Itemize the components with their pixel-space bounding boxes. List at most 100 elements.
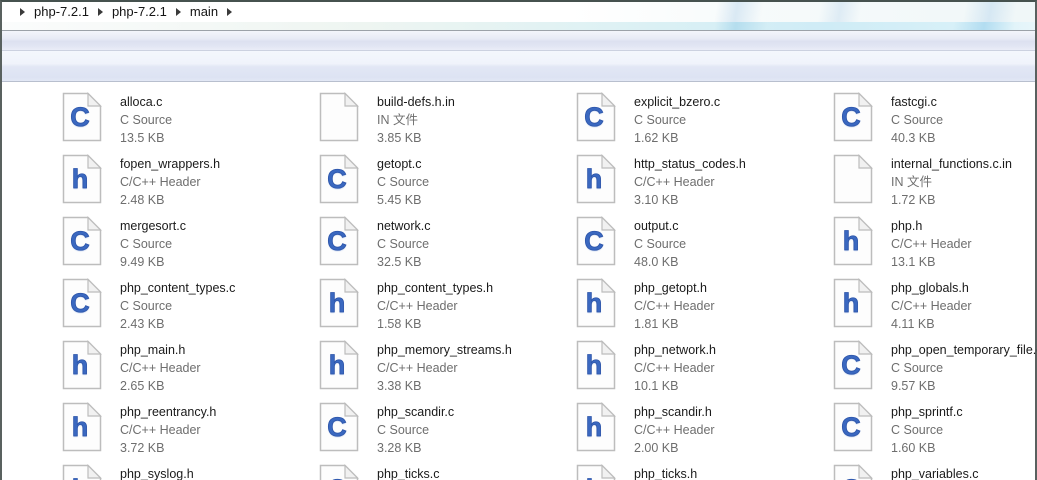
file-type-letter: C [833,475,869,480]
file-tile[interactable]: h fopen_wrappers.h C/C++ Header 2.48 KB [55,148,312,210]
file-list-pane[interactable]: C alloca.c C Source 13.5 KB build-defs.h… [2,82,1037,480]
file-tile[interactable]: C php_open_temporary_file.c C Source 9.5… [826,334,1037,396]
breadcrumb-bar: php-7.2.1 php-7.2.1 main [2,2,1035,22]
file-tile[interactable]: h php_getopt.h C/C++ Header 1.81 KB [569,272,826,334]
file-tile[interactable]: build-defs.h.in IN 文件 3.85 KB [312,86,569,148]
file-tile[interactable]: C fastcgi.c C Source 40.3 KB [826,86,1037,148]
file-size: 3.72 KB [120,441,165,455]
header-file-icon: h [62,402,102,452]
file-type: IN 文件 [377,113,418,127]
file-tile[interactable]: C explicit_bzero.c C Source 1.62 KB [569,86,826,148]
file-tile[interactable]: h php_ticks.h [569,458,826,480]
file-size: 9.57 KB [891,379,936,393]
file-size: 40.3 KB [891,131,936,145]
file-type: C/C++ Header [891,237,972,251]
file-size: 2.00 KB [634,441,679,455]
file-name: build-defs.h.in [377,95,455,109]
file-tile[interactable]: h php.h C/C++ Header 13.1 KB [826,210,1037,272]
file-type: C/C++ Header [634,361,715,375]
file-tile[interactable]: C output.c C Source 48.0 KB [569,210,826,272]
file-type: C/C++ Header [120,175,201,189]
file-tile[interactable]: C php_content_types.c C Source 2.43 KB [55,272,312,334]
file-type-letter: C [841,350,861,380]
file-size: 3.38 KB [377,379,422,393]
c-source-file-icon: C [576,216,616,266]
file-size: 2.43 KB [120,317,165,331]
file-type-letter: h [585,350,603,380]
file-size: 3.85 KB [377,131,422,145]
file-tile[interactable]: C getopt.c C Source 5.45 KB [312,148,569,210]
file-tile[interactable]: h php_globals.h C/C++ Header 4.11 KB [826,272,1037,334]
blank-file-icon [319,92,359,142]
c-source-file-icon: C [319,154,359,204]
file-type-letter: h [585,164,603,194]
file-name: php_content_types.h [377,281,494,295]
file-size: 5.45 KB [377,193,422,207]
explorer-window: php-7.2.1 php-7.2.1 main C alloca.c C So… [0,0,1037,480]
file-tile[interactable]: C network.c C Source 32.5 KB [312,210,569,272]
c-source-file-icon: C [62,92,102,142]
breadcrumb-arrow-icon[interactable] [97,8,103,16]
header-file-icon: h [576,464,616,480]
file-type: C Source [891,423,944,437]
header-file-icon: h [833,216,873,266]
breadcrumb-item-php-721-1[interactable]: php-7.2.1 [34,2,89,22]
file-type: C Source [377,237,430,251]
c-source-file-icon: C [833,464,873,480]
file-size: 1.58 KB [377,317,422,331]
file-type: IN 文件 [891,175,932,189]
file-tile[interactable]: h http_status_codes.h C/C++ Header 3.10 … [569,148,826,210]
file-name: php_ticks.c [377,467,440,480]
file-name: internal_functions.c.in [891,157,1012,171]
file-tile[interactable]: h php_main.h C/C++ Header 2.65 KB [55,334,312,396]
file-tile[interactable]: internal_functions.c.in IN 文件 1.72 KB [826,148,1037,210]
file-type-letter: h [585,412,603,442]
file-tile[interactable]: h php_reentrancy.h C/C++ Header 3.72 KB [55,396,312,458]
aero-glass-strip [2,22,1035,31]
file-tile[interactable]: C alloca.c C Source 13.5 KB [55,86,312,148]
file-type-letter: C [327,412,347,442]
file-size: 48.0 KB [634,255,679,269]
file-tile[interactable]: C php_scandir.c C Source 3.28 KB [312,396,569,458]
file-size: 4.11 KB [891,317,935,331]
file-tile[interactable]: C php_ticks.c [312,458,569,480]
file-type: C Source [120,237,173,251]
file-type-letter: h [62,475,98,480]
file-type-letter: h [585,288,603,318]
page-glyph [319,92,359,142]
file-type-letter: C [584,226,604,256]
file-tile[interactable]: h php_content_types.h C/C++ Header 1.58 … [312,272,569,334]
file-tile[interactable]: h php_network.h C/C++ Header 10.1 KB [569,334,826,396]
file-name: php_network.h [634,343,717,357]
file-tile[interactable]: C mergesort.c C Source 9.49 KB [55,210,312,272]
file-size: 1.72 KB [891,193,936,207]
file-size: 1.60 KB [891,441,936,455]
file-type-letter: C [327,164,347,194]
file-tile[interactable]: h php_memory_streams.h C/C++ Header 3.38… [312,334,569,396]
file-name: php_memory_streams.h [377,343,512,357]
file-size: 2.48 KB [120,193,165,207]
file-size: 9.49 KB [120,255,165,269]
file-type: C Source [120,299,173,313]
breadcrumb-item-main[interactable]: main [190,2,218,22]
c-source-file-icon: C [576,92,616,142]
file-type: C/C++ Header [634,423,715,437]
file-tile[interactable]: h php_syslog.h [55,458,312,480]
breadcrumb-item-php-721-2[interactable]: php-7.2.1 [112,2,167,22]
file-type-letter: h [71,412,89,442]
header-file-icon: h [576,154,616,204]
file-type-letter: C [327,226,347,256]
file-tile[interactable]: C php_sprintf.c C Source 1.60 KB [826,396,1037,458]
file-name: php_content_types.c [120,281,236,295]
toolbar-band [2,31,1035,51]
file-tile[interactable]: C php_variables.c [826,458,1037,480]
file-type: C Source [377,175,430,189]
file-tile[interactable]: h php_scandir.h C/C++ Header 2.00 KB [569,396,826,458]
file-type: C Source [891,113,944,127]
file-name: php_globals.h [891,281,969,295]
header-file-icon: h [62,464,102,480]
breadcrumb-arrow-icon[interactable] [175,8,181,16]
breadcrumb-arrow-icon[interactable] [227,8,233,16]
breadcrumb-arrow-icon[interactable] [20,8,25,16]
file-name: http_status_codes.h [634,157,746,171]
